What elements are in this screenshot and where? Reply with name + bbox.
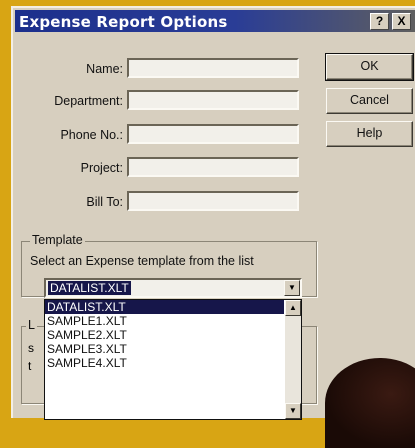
dropdown-scrollbar[interactable]: ▲ ▼	[285, 300, 301, 419]
scroll-down-icon[interactable]: ▼	[285, 403, 301, 419]
project-field[interactable]	[127, 157, 299, 177]
phone-input[interactable]	[129, 127, 297, 143]
template-instruction: Select an Expense template from the list	[30, 254, 254, 268]
template-group-legend: Template	[30, 233, 85, 247]
project-input[interactable]	[129, 160, 297, 176]
bill-to-input[interactable]	[129, 194, 297, 210]
department-input[interactable]	[129, 93, 297, 109]
template-dropdown-list[interactable]: DATALIST.XLT SAMPLE1.XLT SAMPLE2.XLT SAM…	[44, 299, 302, 420]
template-combo-value: DATALIST.XLT	[48, 281, 131, 295]
phone-label: Phone No.:	[60, 128, 123, 142]
dialog-title: Expense Report Options	[19, 13, 228, 31]
template-option[interactable]: SAMPLE2.XLT	[45, 328, 301, 342]
cancel-button[interactable]: Cancel	[326, 88, 413, 114]
department-field[interactable]	[127, 90, 299, 110]
dropdown-arrow-icon[interactable]: ▼	[284, 280, 300, 296]
template-option[interactable]: DATALIST.XLT	[45, 300, 284, 314]
name-input[interactable]	[129, 61, 297, 77]
scroll-up-icon[interactable]: ▲	[285, 300, 301, 316]
template-combo[interactable]: DATALIST.XLT ▼	[44, 278, 302, 298]
bill-to-field[interactable]	[127, 191, 299, 211]
expense-report-options-dialog: Expense Report Options ? X Name: Departm…	[11, 6, 415, 420]
help-question-button[interactable]: ?	[370, 13, 389, 30]
close-button[interactable]: X	[392, 13, 411, 30]
obscured-line-1: s	[28, 341, 34, 355]
title-bar[interactable]: Expense Report Options ? X	[15, 10, 415, 32]
template-option[interactable]: SAMPLE4.XLT	[45, 356, 301, 370]
template-option[interactable]: SAMPLE3.XLT	[45, 342, 301, 356]
phone-field[interactable]	[127, 124, 299, 144]
help-button[interactable]: Help	[326, 121, 413, 147]
obscured-line-2: t	[28, 359, 32, 373]
template-option[interactable]: SAMPLE1.XLT	[45, 314, 301, 328]
obscured-group-legend: L	[26, 318, 37, 332]
project-label: Project:	[80, 161, 123, 175]
department-label: Department:	[54, 94, 123, 108]
bill-to-label: Bill To:	[86, 195, 123, 209]
ok-button[interactable]: OK	[325, 53, 414, 81]
name-label: Name:	[86, 62, 123, 76]
name-field[interactable]	[127, 58, 299, 78]
